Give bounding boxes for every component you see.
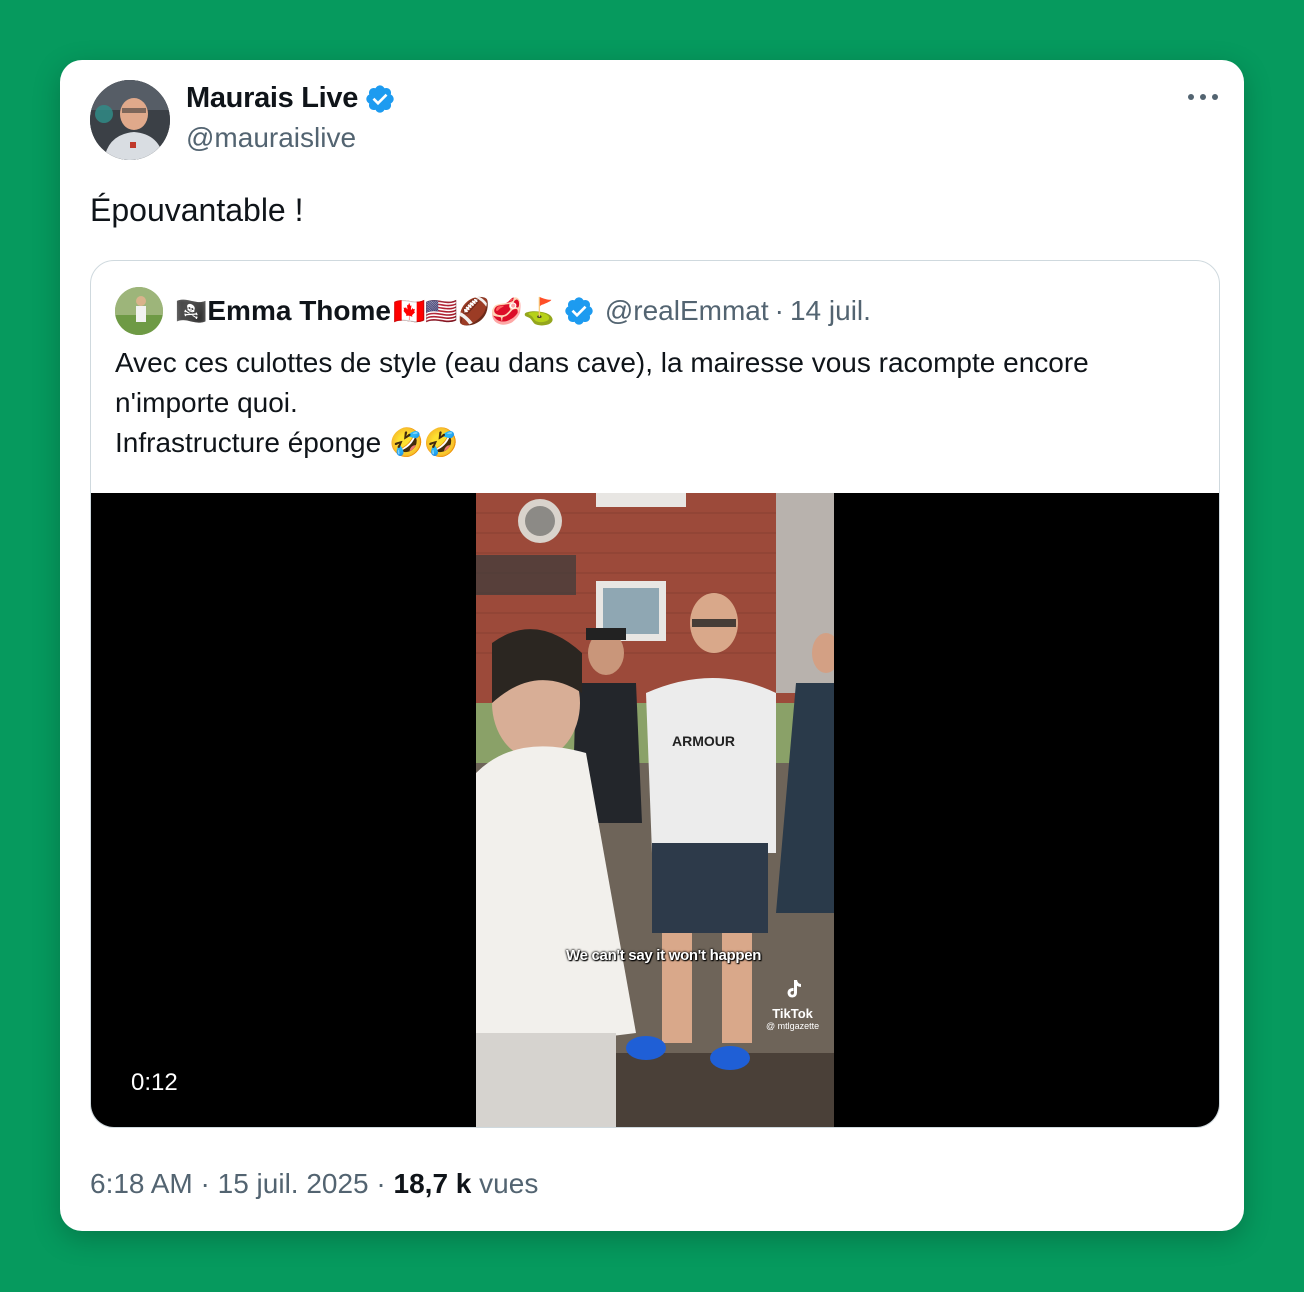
video-duration: 0:12 [131, 1069, 178, 1096]
tiktok-label: TikTok [772, 1006, 813, 1021]
quoted-author-emojis: 🇨🇦🇺🇸🏈🥩⛳ [392, 295, 555, 326]
tweet-time[interactable]: 6:18 AM [90, 1168, 193, 1199]
video-subtitle: We can't say it won't happen [566, 947, 762, 964]
author-name[interactable]: Maurais Live [186, 82, 358, 115]
views-count: 18,7 k [393, 1168, 472, 1199]
separator-dot: · [774, 295, 784, 326]
tweet-date[interactable]: 15 juil. 2025 [218, 1168, 369, 1199]
author-handle[interactable]: @mauraislive [186, 122, 356, 154]
verified-badge-icon [565, 297, 593, 325]
tiktok-watermark: TikTok @ mtlgazette [766, 977, 819, 1031]
quoted-author-prefix-emoji: 🏴‍☠️ [175, 295, 208, 326]
video-frame: ARMOUR We can't say it won't happen TikT… [476, 493, 834, 1127]
tweet-meta: 6:18 AM · 15 juil. 2025 · 18,7 k vues [90, 1168, 538, 1200]
verified-badge-icon [366, 84, 394, 113]
separator-dot: · [376, 1168, 394, 1199]
tiktok-icon [787, 980, 801, 998]
author-avatar[interactable] [90, 80, 170, 160]
separator-dot: · [200, 1168, 218, 1199]
quoted-author-handle[interactable]: @realEmmat [605, 295, 769, 327]
video-player[interactable]: ARMOUR We can't say it won't happen TikT… [91, 493, 1219, 1127]
tweet-card: Maurais Live @mauraislive Épouvantable !… [60, 60, 1244, 1231]
more-options-icon[interactable] [1188, 86, 1218, 108]
views-label: vues [479, 1168, 539, 1199]
shirt-text: ARMOUR [672, 733, 735, 749]
tiktok-handle: @ mtlgazette [766, 1021, 820, 1031]
quoted-text-line: Avec ces culottes de style (eau dans cav… [115, 347, 1089, 378]
quoted-text: Avec ces culottes de style (eau dans cav… [115, 343, 1195, 463]
quoted-author-avatar[interactable] [115, 287, 163, 335]
quoted-text-line: n'importe quoi. [115, 387, 298, 418]
tweet-text: Épouvantable ! [90, 192, 304, 228]
quoted-tweet[interactable]: 🏴‍☠️ Emma Thome 🇨🇦🇺🇸🏈🥩⛳ @realEmmat · 14 … [90, 260, 1220, 1128]
quoted-text-line: Infrastructure éponge 🤣🤣 [115, 427, 459, 458]
quoted-author-name[interactable]: Emma Thome [207, 295, 391, 327]
quoted-date[interactable]: 14 juil. [790, 295, 871, 327]
